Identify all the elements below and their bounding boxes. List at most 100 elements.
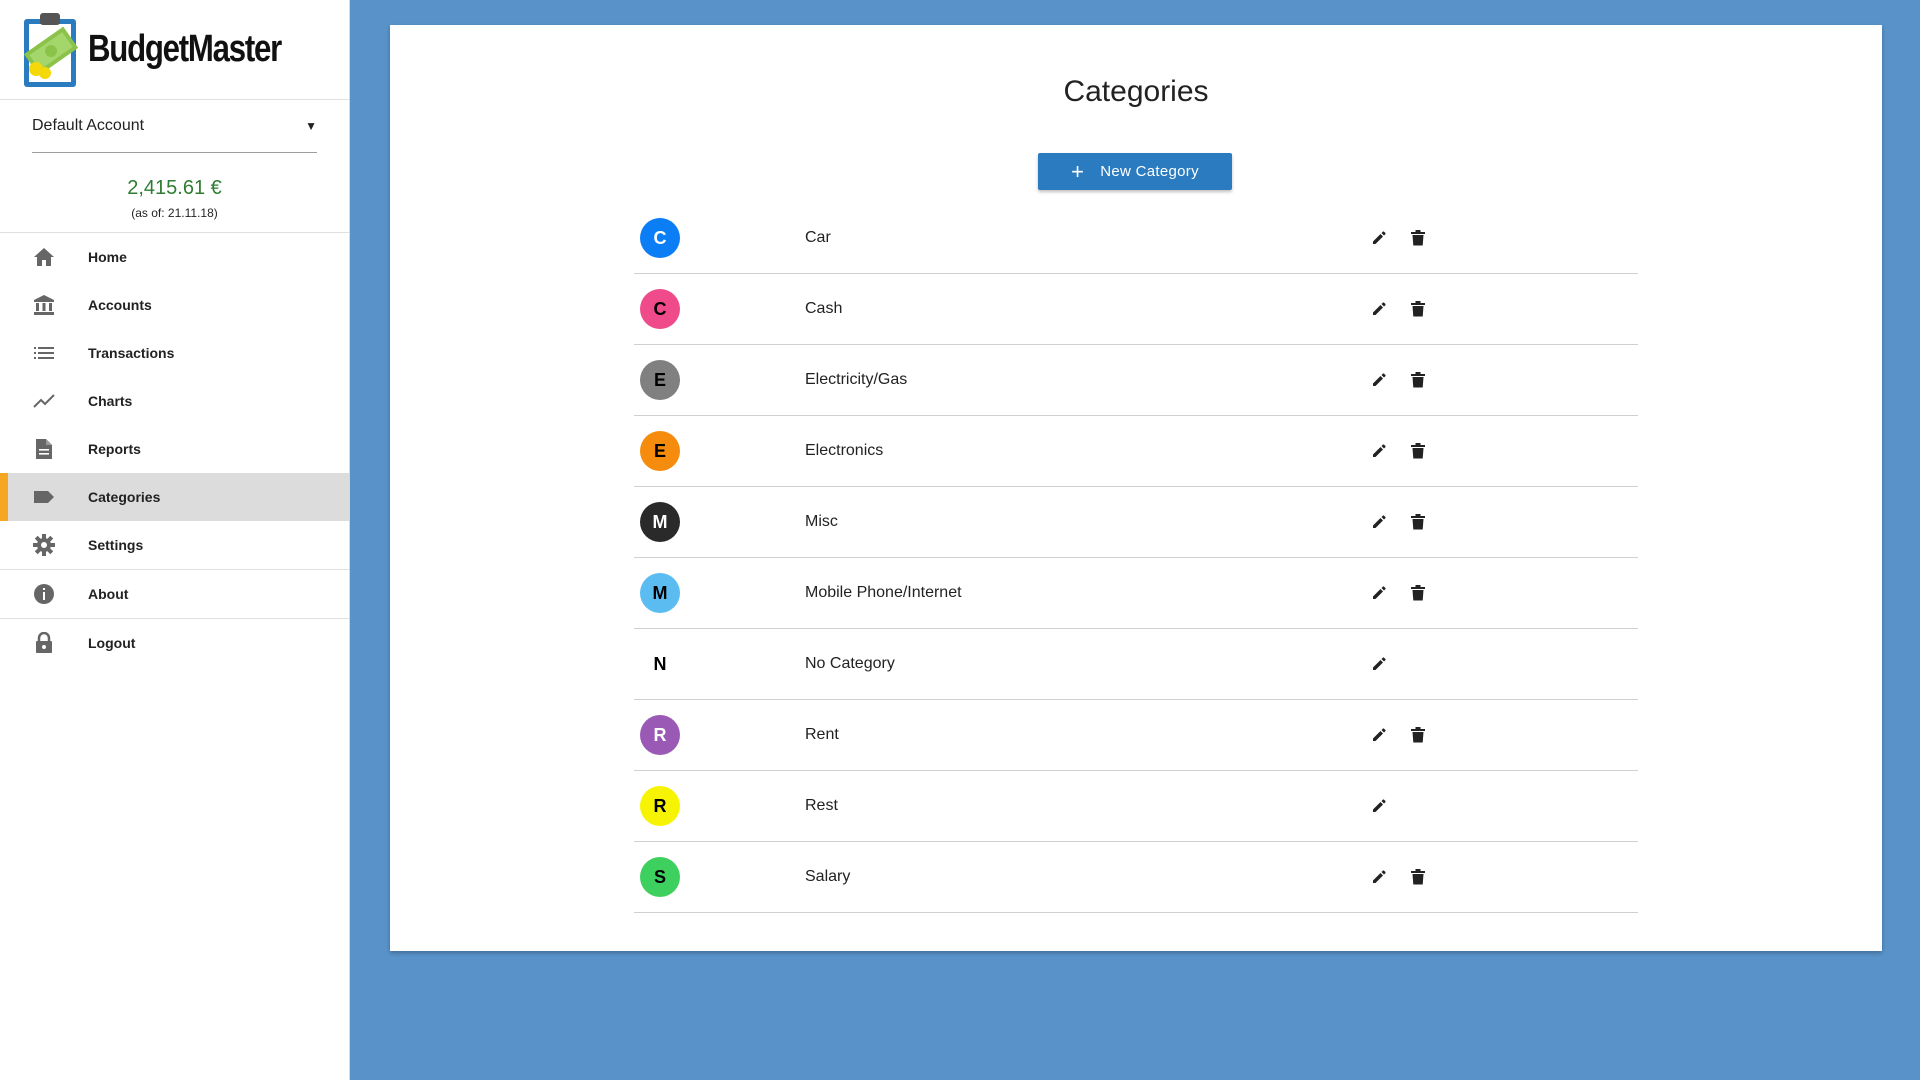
balance-amount: 2,415.61 € bbox=[127, 177, 222, 199]
edit-button[interactable] bbox=[1367, 510, 1391, 534]
category-row: M Mobile Phone/Internet bbox=[634, 558, 1638, 629]
edit-button[interactable] bbox=[1367, 297, 1391, 321]
delete-button[interactable] bbox=[1406, 368, 1430, 392]
category-avatar: N bbox=[640, 644, 680, 684]
app-logo[interactable]: BudgetMaster bbox=[0, 0, 349, 100]
app-title: BudgetMaster bbox=[88, 28, 282, 70]
lock-icon bbox=[32, 631, 56, 655]
category-avatar: R bbox=[640, 715, 680, 755]
category-name: Salary bbox=[805, 868, 851, 885]
sidebar-item-categories[interactable]: Categories bbox=[0, 473, 349, 521]
account-select[interactable]: Default Account ▼ bbox=[32, 100, 317, 153]
sidebar-item-about[interactable]: About bbox=[0, 569, 349, 618]
bank-icon bbox=[32, 293, 56, 317]
label-icon bbox=[32, 485, 56, 509]
edit-button[interactable] bbox=[1367, 794, 1391, 818]
edit-button[interactable] bbox=[1367, 865, 1391, 889]
account-balance: 2,415.61 € (as of: 21.11.18) bbox=[0, 153, 349, 233]
pencil-icon bbox=[1373, 373, 1386, 386]
sidebar-item-label: About bbox=[88, 586, 129, 602]
category-avatar: C bbox=[640, 218, 680, 258]
balance-date: (as of: 21.11.18) bbox=[131, 206, 218, 220]
sidebar-item-transactions[interactable]: Transactions bbox=[0, 329, 349, 377]
delete-button[interactable] bbox=[1406, 297, 1430, 321]
pencil-icon bbox=[1373, 302, 1386, 315]
category-name: Rest bbox=[805, 797, 838, 814]
pencil-icon bbox=[1373, 515, 1386, 528]
sidebar-item-accounts[interactable]: Accounts bbox=[0, 281, 349, 329]
dropdown-arrow-icon: ▼ bbox=[305, 119, 317, 133]
category-avatar: S bbox=[640, 857, 680, 897]
edit-button[interactable] bbox=[1367, 368, 1391, 392]
new-category-button[interactable]: + New Category bbox=[1038, 153, 1232, 190]
edit-button[interactable] bbox=[1367, 581, 1391, 605]
category-avatar: R bbox=[640, 786, 680, 826]
category-avatar: C bbox=[640, 289, 680, 329]
category-avatar: E bbox=[640, 360, 680, 400]
trash-icon bbox=[1411, 230, 1425, 246]
delete-button[interactable] bbox=[1406, 723, 1430, 747]
trash-icon bbox=[1411, 443, 1425, 459]
category-name: Mobile Phone/Internet bbox=[805, 584, 962, 601]
trash-icon bbox=[1411, 727, 1425, 743]
edit-button[interactable] bbox=[1367, 723, 1391, 747]
sidebar-item-home[interactable]: Home bbox=[0, 233, 349, 281]
sidebar-item-reports[interactable]: Reports bbox=[0, 425, 349, 473]
sidebar-item-label: Reports bbox=[88, 441, 141, 457]
category-avatar: M bbox=[640, 502, 680, 542]
category-row: C Car bbox=[634, 203, 1638, 274]
category-row: N No Category bbox=[634, 629, 1638, 700]
category-row: R Rent bbox=[634, 700, 1638, 771]
sidebar-item-charts[interactable]: Charts bbox=[0, 377, 349, 425]
category-list: C Car C Cash E Electricity/Gas E Electro… bbox=[634, 203, 1638, 913]
logo-icon bbox=[22, 11, 79, 89]
sidebar-item-logout[interactable]: Logout bbox=[0, 618, 349, 667]
sidebar-item-label: Accounts bbox=[88, 297, 152, 313]
info-icon bbox=[32, 582, 56, 606]
sidebar-item-label: Settings bbox=[88, 537, 144, 553]
pencil-icon bbox=[1373, 586, 1386, 599]
delete-button[interactable] bbox=[1406, 581, 1430, 605]
category-name: Misc bbox=[805, 513, 838, 530]
category-row: E Electricity/Gas bbox=[634, 345, 1638, 416]
pencil-icon bbox=[1373, 799, 1386, 812]
trash-icon bbox=[1411, 585, 1425, 601]
edit-button[interactable] bbox=[1367, 226, 1391, 250]
sidebar-item-label: Logout bbox=[88, 635, 136, 651]
trash-icon bbox=[1411, 301, 1425, 317]
category-row: E Electronics bbox=[634, 416, 1638, 487]
trash-icon bbox=[1411, 514, 1425, 530]
delete-button[interactable] bbox=[1406, 226, 1430, 250]
category-row: S Salary bbox=[634, 842, 1638, 913]
category-avatar: M bbox=[640, 573, 680, 613]
gear-icon bbox=[32, 533, 56, 557]
edit-button[interactable] bbox=[1367, 652, 1391, 676]
category-name: Car bbox=[805, 229, 831, 246]
page-title: Categories bbox=[1063, 75, 1209, 108]
list-icon bbox=[32, 341, 56, 365]
category-name: Cash bbox=[805, 300, 843, 317]
sidebar-item-settings[interactable]: Settings bbox=[0, 521, 349, 569]
category-row: R Rest bbox=[634, 771, 1638, 842]
sidebar-item-label: Categories bbox=[88, 489, 161, 505]
category-row: M Misc bbox=[634, 487, 1638, 558]
pencil-icon bbox=[1373, 444, 1386, 457]
trash-icon bbox=[1411, 869, 1425, 885]
delete-button[interactable] bbox=[1406, 865, 1430, 889]
pencil-icon bbox=[1373, 657, 1386, 670]
category-name: No Category bbox=[805, 655, 895, 672]
pencil-icon bbox=[1373, 231, 1386, 244]
edit-button[interactable] bbox=[1367, 439, 1391, 463]
sidebar-item-label: Home bbox=[88, 249, 127, 265]
plus-icon: + bbox=[1071, 158, 1085, 184]
category-name: Electronics bbox=[805, 442, 884, 459]
new-category-label: New Category bbox=[1100, 163, 1199, 180]
delete-button[interactable] bbox=[1406, 510, 1430, 534]
pencil-icon bbox=[1373, 728, 1386, 741]
document-icon bbox=[32, 437, 56, 461]
category-avatar: E bbox=[640, 431, 680, 471]
trash-icon bbox=[1411, 372, 1425, 388]
delete-button[interactable] bbox=[1406, 439, 1430, 463]
chart-line-icon bbox=[32, 389, 56, 413]
categories-card: Categories + New Category C Car C Cash E… bbox=[390, 25, 1882, 951]
